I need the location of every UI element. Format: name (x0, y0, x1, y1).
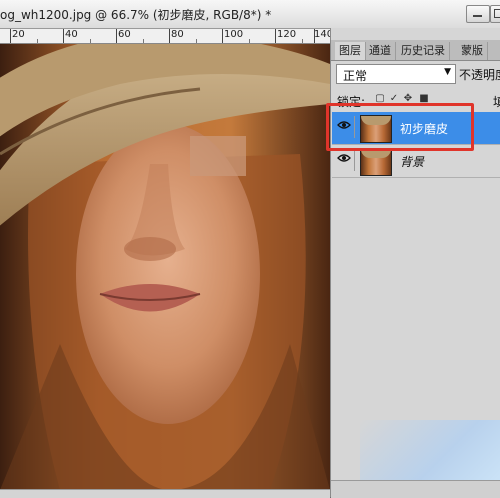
ruler-tick (63, 29, 64, 43)
document-titlebar[interactable]: og_wh1200.jpg @ 66.7% (初步磨皮, RGB/8*) * (0, 0, 500, 29)
ruler-tick (10, 29, 11, 43)
ruler-tick (222, 29, 223, 43)
ruler-tick (169, 29, 170, 43)
layer-name: 背景 (400, 155, 425, 169)
image-canvas[interactable] (0, 44, 330, 490)
ruler-tick (275, 29, 276, 43)
maximize-button[interactable] (490, 5, 500, 23)
document-window: 20 40 60 80 100 120 140 (0, 0, 330, 498)
document-title: og_wh1200.jpg @ 66.7% (初步磨皮, RGB/8*) * (0, 8, 272, 22)
ruler-label: 60 (118, 29, 131, 40)
fill-label: 填充 (493, 95, 500, 109)
layer-thumbnail (360, 148, 392, 176)
ruler-label: 120 (277, 29, 297, 40)
blend-mode-value: 正常 (343, 69, 368, 83)
ruler-label: 100 (224, 29, 244, 40)
horizontal-ruler[interactable]: 20 40 60 80 100 120 140 (0, 29, 330, 44)
ruler-label: 140 (314, 29, 330, 40)
minimize-button[interactable] (466, 5, 490, 23)
tab-history[interactable]: 历史记录 (397, 42, 450, 60)
panel-tabs: 图层 通道 历史记录 蒙版 (331, 40, 500, 61)
tab-masks[interactable]: 蒙版 (457, 42, 488, 60)
portrait-photo (0, 44, 330, 490)
watermark-overlay (360, 420, 500, 480)
opacity-label: 不透明度 (459, 68, 500, 82)
tab-channels[interactable]: 通道 (365, 42, 396, 60)
tab-layers[interactable]: 图层 (335, 42, 366, 60)
highlight-box (326, 103, 474, 151)
ruler-label: 80 (171, 29, 184, 40)
panel-footer (331, 480, 500, 498)
blend-mode-select[interactable]: 正常 ▼ (336, 64, 456, 84)
eye-icon[interactable] (334, 149, 355, 171)
chevron-down-icon: ▼ (444, 67, 451, 77)
ruler-label: 20 (12, 29, 25, 40)
ruler-tick (116, 29, 117, 43)
ruler-label: 40 (65, 29, 78, 40)
